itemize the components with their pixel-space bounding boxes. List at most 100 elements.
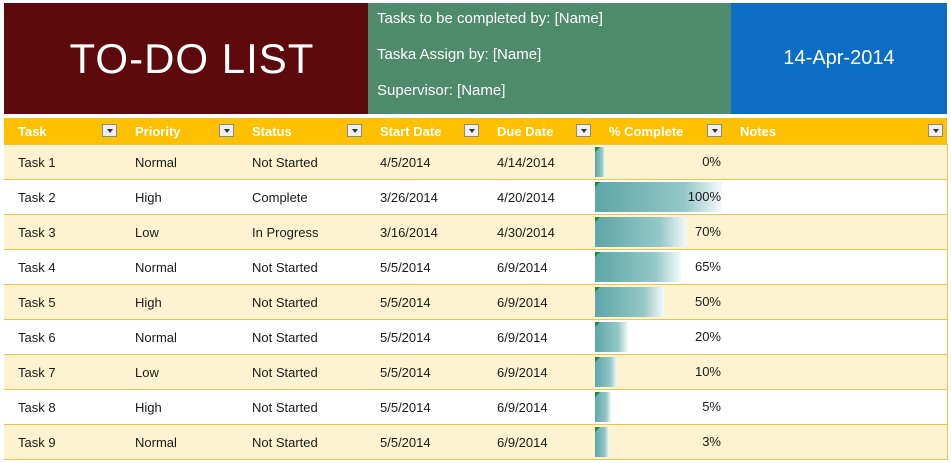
current-date: 14-Apr-2014 <box>783 47 895 69</box>
column-header-due-date: Due Date <box>483 118 595 145</box>
percent-complete-value: 20% <box>694 329 721 344</box>
start-date-cell[interactable]: 3/16/2014 <box>366 214 483 250</box>
percent-complete-cell[interactable]: 70% <box>595 214 726 250</box>
table-row: Task 6 Normal Not Started 5/5/2014 6/9/2014 2… <box>4 319 948 355</box>
notes-cell[interactable] <box>726 389 948 425</box>
header-banner: TO-DO LIST Tasks to be completed by: [Na… <box>0 0 951 114</box>
percent-complete-cell[interactable]: 3% <box>595 424 726 460</box>
start-date-cell[interactable]: 5/5/2014 <box>366 319 483 355</box>
table-row: Task 5 High Not Started 5/5/2014 6/9/2014 50% <box>4 284 948 320</box>
start-date-cell[interactable]: 3/26/2014 <box>366 179 483 215</box>
progress-databar <box>595 322 629 352</box>
status-cell[interactable]: In Progress <box>238 214 366 250</box>
filter-dropdown-icon[interactable] <box>464 124 479 137</box>
filter-dropdown-icon[interactable] <box>102 124 117 137</box>
start-date-cell[interactable]: 5/5/2014 <box>366 354 483 390</box>
percent-complete-value: 65% <box>694 259 721 274</box>
start-date-cell[interactable]: 5/5/2014 <box>366 424 483 460</box>
priority-cell[interactable]: High <box>121 389 238 425</box>
filter-dropdown-icon[interactable] <box>707 124 722 137</box>
start-date-cell[interactable]: 5/5/2014 <box>366 284 483 320</box>
notes-cell[interactable] <box>726 284 948 320</box>
filter-dropdown-icon[interactable] <box>219 124 234 137</box>
priority-cell[interactable]: High <box>121 284 238 320</box>
percent-complete-value: 3% <box>702 434 721 449</box>
column-header-status: Status <box>238 118 366 145</box>
notes-cell[interactable] <box>726 319 948 355</box>
notes-cell[interactable] <box>726 214 948 250</box>
status-cell[interactable]: Not Started <box>238 354 366 390</box>
completed-by-label: Tasks to be completed by: [Name] <box>377 10 603 27</box>
start-date-cell[interactable]: 4/5/2014 <box>366 144 483 180</box>
notes-cell[interactable] <box>726 179 948 215</box>
filter-dropdown-icon[interactable] <box>576 124 591 137</box>
column-header-priority: Priority <box>121 118 238 145</box>
task-cell[interactable]: Task 2 <box>4 179 121 215</box>
priority-cell[interactable]: Low <box>121 214 238 250</box>
status-cell[interactable]: Not Started <box>238 424 366 460</box>
task-cell[interactable]: Task 8 <box>4 389 121 425</box>
due-date-cell[interactable]: 4/30/2014 <box>483 214 595 250</box>
formula-indicator-icon <box>595 252 600 257</box>
percent-complete-cell[interactable]: 65% <box>595 249 726 285</box>
due-date-cell[interactable]: 6/9/2014 <box>483 424 595 460</box>
percent-complete-cell[interactable]: 20% <box>595 319 726 355</box>
table-row: Task 8 High Not Started 5/5/2014 6/9/2014 5% <box>4 389 948 425</box>
priority-cell[interactable]: Normal <box>121 424 238 460</box>
percent-complete-cell[interactable]: 50% <box>595 284 726 320</box>
due-date-cell[interactable]: 6/9/2014 <box>483 389 595 425</box>
status-cell[interactable]: Not Started <box>238 249 366 285</box>
task-cell[interactable]: Task 1 <box>4 144 121 180</box>
due-date-cell[interactable]: 4/20/2014 <box>483 179 595 215</box>
progress-databar <box>595 252 682 282</box>
formula-indicator-icon <box>595 357 600 362</box>
table-row: Task 9 Normal Not Started 5/5/2014 6/9/2014 3… <box>4 424 948 460</box>
percent-complete-value: 70% <box>694 224 721 239</box>
task-cell[interactable]: Task 3 <box>4 214 121 250</box>
percent-complete-value: 100% <box>687 189 721 204</box>
status-cell[interactable]: Not Started <box>238 319 366 355</box>
filter-dropdown-icon[interactable] <box>347 124 362 137</box>
formula-indicator-icon <box>595 322 600 327</box>
title-block: TO-DO LIST <box>4 3 368 114</box>
priority-cell[interactable]: Normal <box>121 249 238 285</box>
priority-cell[interactable]: High <box>121 179 238 215</box>
due-date-cell[interactable]: 6/9/2014 <box>483 284 595 320</box>
progress-databar <box>595 217 687 247</box>
task-cell[interactable]: Task 5 <box>4 284 121 320</box>
start-date-cell[interactable]: 5/5/2014 <box>366 389 483 425</box>
task-cell[interactable]: Task 7 <box>4 354 121 390</box>
status-cell[interactable]: Complete <box>238 179 366 215</box>
notes-cell[interactable] <box>726 424 948 460</box>
percent-complete-value: 10% <box>694 364 721 379</box>
task-cell[interactable]: Task 4 <box>4 249 121 285</box>
percent-complete-value: 0% <box>702 154 721 169</box>
percent-complete-cell[interactable]: 100% <box>595 179 726 215</box>
due-date-cell[interactable]: 4/14/2014 <box>483 144 595 180</box>
notes-cell[interactable] <box>726 354 948 390</box>
formula-indicator-icon <box>595 392 600 397</box>
start-date-cell[interactable]: 5/5/2014 <box>366 249 483 285</box>
due-date-cell[interactable]: 6/9/2014 <box>483 319 595 355</box>
table-row: Task 2 High Complete 3/26/2014 4/20/2014 100% <box>4 179 948 215</box>
percent-complete-cell[interactable]: 10% <box>595 354 726 390</box>
notes-cell[interactable] <box>726 249 948 285</box>
filter-dropdown-icon[interactable] <box>928 124 943 137</box>
status-cell[interactable]: Not Started <box>238 389 366 425</box>
priority-cell[interactable]: Normal <box>121 144 238 180</box>
column-header-notes: Notes <box>726 118 947 145</box>
priority-cell[interactable]: Normal <box>121 319 238 355</box>
table-header-row: Task Priority Status Start Date Due Date… <box>4 118 947 145</box>
due-date-cell[interactable]: 6/9/2014 <box>483 354 595 390</box>
priority-cell[interactable]: Low <box>121 354 238 390</box>
task-cell[interactable]: Task 9 <box>4 424 121 460</box>
due-date-cell[interactable]: 6/9/2014 <box>483 249 595 285</box>
formula-indicator-icon <box>595 427 600 432</box>
notes-cell[interactable] <box>726 144 948 180</box>
percent-complete-value: 5% <box>702 399 721 414</box>
percent-complete-cell[interactable]: 5% <box>595 389 726 425</box>
status-cell[interactable]: Not Started <box>238 284 366 320</box>
task-cell[interactable]: Task 6 <box>4 319 121 355</box>
status-cell[interactable]: Not Started <box>238 144 366 180</box>
percent-complete-cell[interactable]: 0% <box>595 144 726 180</box>
